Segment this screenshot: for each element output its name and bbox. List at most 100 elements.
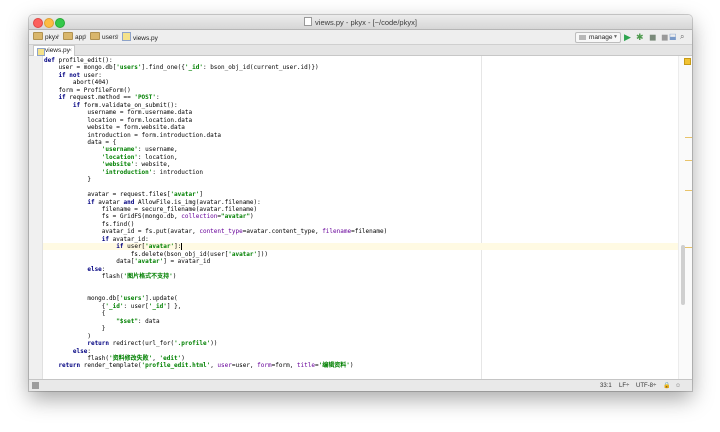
code-line[interactable]: 'username': username,: [44, 146, 178, 153]
code-text: ]:: [174, 243, 182, 251]
code-text: form = ProfileForm(): [44, 86, 131, 94]
code-line[interactable]: 'location': location,: [44, 154, 178, 161]
stop-icon[interactable]: ◼: [661, 31, 668, 43]
breadcrumb-item-pkyx[interactable]: pkyx: [33, 32, 58, 42]
code-text: avatar = request.files[: [44, 191, 171, 199]
code-editor[interactable]: def profile_edit(): user = mongo.db['use…: [43, 56, 678, 379]
lock-icon[interactable]: 🔒: [663, 382, 670, 390]
code-line[interactable]: data['avatar'] = avatar_id: [44, 258, 210, 265]
code-line[interactable]: if not user:: [44, 71, 101, 79]
vertical-scrollbar[interactable]: [681, 245, 685, 305]
code-text: flash(: [44, 355, 110, 362]
code-line[interactable]: }: [44, 176, 91, 183]
code-line[interactable]: if request.method == 'POST':: [44, 94, 160, 102]
warning-marker[interactable]: [685, 137, 692, 138]
code-text: user = mongo.db[: [44, 64, 117, 72]
code-text: introduction = form.introduction.data: [44, 131, 222, 139]
warning-marker[interactable]: [685, 247, 692, 248]
code-line[interactable]: return render_template('profile_edit.htm…: [44, 362, 353, 369]
code-line[interactable]: }: [44, 325, 106, 332]
code-line[interactable]: avatar = request.files['avatar']: [44, 191, 203, 198]
code-line[interactable]: filename = secure_filename(avatar.filena…: [44, 206, 257, 213]
code-line[interactable]: if form.validate_on_submit():: [44, 102, 178, 109]
warning-marker[interactable]: [685, 190, 692, 191]
code-keyword: if: [44, 94, 70, 102]
run-icon[interactable]: ▶: [624, 31, 631, 43]
debug-icon[interactable]: ✱: [636, 31, 644, 43]
code-text: :: [156, 94, 160, 102]
code-string: 'location': [44, 153, 138, 161]
code-line[interactable]: else:: [44, 266, 105, 273]
navigation-bar: pkyx › app › users › views.py manage ▼ ▶…: [29, 30, 692, 45]
code-text: ): [349, 362, 354, 370]
coverage-icon[interactable]: ◼: [649, 31, 656, 43]
tool-windows-icon[interactable]: [32, 382, 39, 389]
code-line[interactable]: user = mongo.db['users'].find_one({'_id'…: [44, 64, 318, 72]
code-line[interactable]: 'introduction': introduction: [44, 169, 203, 176]
breadcrumb-separator: ›: [84, 31, 87, 40]
inspection-status-icon[interactable]: [684, 58, 691, 65]
line-separator[interactable]: LF÷: [619, 382, 629, 390]
code-text: data[: [44, 258, 135, 266]
code-text: flash(: [44, 273, 124, 281]
run-configuration-select[interactable]: manage ▼: [575, 32, 621, 43]
code-text: abort(: [44, 79, 95, 87]
code-line[interactable]: else:: [44, 348, 91, 355]
error-stripe[interactable]: [678, 56, 692, 379]
breadcrumb-item-users[interactable]: users: [90, 32, 118, 42]
code-line[interactable]: fs.find(): [44, 220, 135, 228]
code-line[interactable]: flash('资料修改失败', 'edit'): [44, 355, 184, 362]
code-line[interactable]: avatar_id = fs.put(avatar, content_type=…: [44, 228, 387, 235]
code-text: username = form.username.data: [44, 109, 193, 117]
inspector-icon[interactable]: ☺: [675, 382, 681, 390]
code-line[interactable]: {: [44, 310, 106, 317]
code-line[interactable]: introduction = form.introduction.data: [44, 132, 221, 139]
code-line[interactable]: if user['avatar']:: [43, 243, 678, 251]
code-keyword: if not: [44, 71, 84, 79]
caret-position[interactable]: 33:1: [600, 382, 612, 390]
code-line[interactable]: fs.delete(bson_obj_id(user['avatar'])): [44, 251, 268, 258]
tab-views-py[interactable]: views.py ×: [33, 45, 75, 56]
code-param: user: [217, 362, 232, 370]
vcs-icon[interactable]: ⬓: [669, 31, 677, 43]
window-title: views.py - pkyx - [~/code/pkyx]: [315, 18, 417, 27]
code-string: 'website': [44, 161, 135, 169]
tab-label: views.py: [45, 47, 70, 54]
code-text: ): [172, 273, 177, 281]
code-text: :: [101, 265, 106, 273]
code-line[interactable]: mongo.db['users'].update(: [44, 295, 178, 303]
code-line[interactable]: ): [44, 333, 91, 340]
code-line[interactable]: fs = GridFS(mongo.db, collection="avatar…: [44, 213, 254, 220]
document-icon: [304, 17, 313, 26]
close-tab-icon[interactable]: ×: [68, 46, 72, 56]
code-string: '.profile': [174, 340, 211, 348]
code-line[interactable]: {'_id': user['_id'] },: [44, 302, 182, 310]
code-text: profile_edit():: [58, 57, 113, 64]
code-line[interactable]: abort(404): [44, 79, 109, 86]
code-line[interactable]: website = form.website.data: [44, 124, 185, 131]
code-line[interactable]: flash('图片格式不支持'): [44, 273, 177, 281]
code-text: filename = secure_filename(avatar.filena…: [44, 206, 258, 213]
code-line[interactable]: if avatar_id:: [44, 236, 149, 243]
code-text: ].update(: [145, 295, 178, 303]
code-line[interactable]: username = form.username.data: [44, 109, 192, 116]
code-text: fs.find(): [44, 220, 135, 228]
code-text: : user[: [123, 302, 149, 310]
warning-marker[interactable]: [685, 160, 692, 161]
code-line[interactable]: "$set": data: [44, 318, 159, 325]
file-encoding[interactable]: UTF-8÷: [636, 382, 656, 390]
code-string: '_id': [184, 64, 203, 72]
code-line[interactable]: location = form.location.data: [44, 117, 192, 124]
code-line[interactable]: return redirect(url_for('.profile')): [44, 340, 217, 347]
breadcrumb-item-app[interactable]: app: [63, 32, 86, 42]
code-line[interactable]: form = ProfileForm(): [44, 86, 131, 94]
search-icon[interactable]: ⌕: [680, 31, 684, 43]
code-text: ]: [199, 191, 203, 199]
code-line[interactable]: data = {: [44, 139, 116, 146]
code-text: avatar: [98, 198, 124, 206]
breadcrumb-item-views-py[interactable]: views.py: [122, 32, 158, 42]
right-margin-guide: [481, 56, 482, 379]
code-line[interactable]: if avatar and AllowFile.is_img(avatar.fi…: [44, 198, 260, 206]
code-line[interactable]: 'website': website,: [44, 161, 171, 169]
code-line[interactable]: def profile_edit():: [44, 57, 113, 64]
